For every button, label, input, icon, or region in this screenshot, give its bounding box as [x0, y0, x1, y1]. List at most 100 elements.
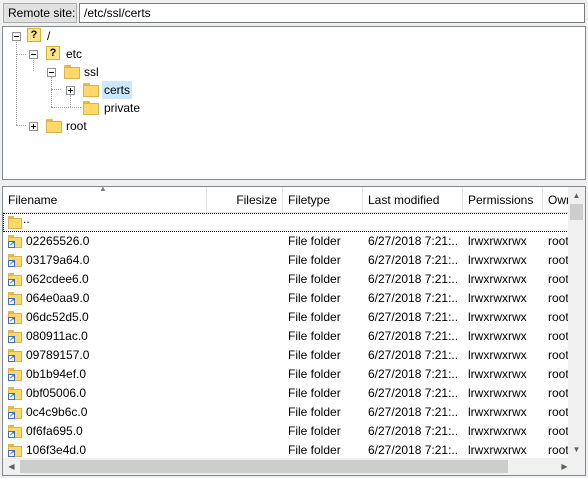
file-modified: 6/27/2018 7:21:... [368, 253, 458, 267]
folder-icon: ↗ [8, 330, 22, 343]
file-name: 062cdee6.0 [26, 272, 89, 286]
list-item[interactable]: ↗ 062cdee6.0 File folder 6/27/2018 7:21:...… [3, 270, 573, 289]
file-modified: 6/27/2018 7:21:... [368, 367, 458, 381]
file-modified: 6/27/2018 7:21:... [368, 386, 458, 400]
file-modified: 6/27/2018 7:21:... [368, 424, 458, 438]
vertical-scroll-thumb[interactable] [570, 204, 583, 220]
list-item[interactable]: ↗ 064e0aa9.0 File folder 6/27/2018 7:21:...… [3, 289, 573, 308]
column-last-modified[interactable]: Last modified [363, 187, 463, 212]
file-permissions: lrwxrwxrwx [468, 329, 527, 343]
tree-connector [51, 107, 81, 108]
folder-icon [64, 65, 80, 79]
scroll-down-icon[interactable]: ▼ [568, 441, 585, 458]
file-modified: 6/27/2018 7:21:... [368, 272, 458, 286]
file-type: File folder [288, 329, 341, 343]
file-name: 0c4c9b6c.0 [26, 405, 88, 419]
list-item[interactable]: ↗ 06dc52d5.0 File folder 6/27/2018 7:21:...… [3, 308, 573, 327]
question-folder-icon: ? [27, 28, 41, 42]
list-item[interactable]: ↗ 080911ac.0 File folder 6/27/2018 7:21:...… [3, 327, 573, 346]
file-name: 09789157.0 [26, 348, 90, 362]
file-permissions: lrwxrwxrwx [468, 367, 527, 381]
tree-connector [16, 39, 17, 125]
file-permissions: lrwxrwxrwx [468, 386, 527, 400]
file-modified: 6/27/2018 7:21:... [368, 329, 458, 343]
symlink-badge-icon: ↗ [8, 450, 15, 457]
file-permissions: lrwxrwxrwx [468, 253, 527, 267]
column-filename[interactable]: ▲ Filename [3, 187, 207, 212]
file-type: File folder [288, 253, 341, 267]
list-item[interactable]: ↗ 03179a64.0 File folder 6/27/2018 7:21:...… [3, 251, 573, 270]
scroll-corner [568, 458, 585, 475]
collapse-icon[interactable] [12, 32, 21, 41]
expand-icon[interactable] [66, 86, 75, 95]
list-item[interactable]: ↗ 0f6fa695.0 File folder 6/27/2018 7:21:...… [3, 422, 573, 441]
tree-label-root-dir: root [66, 119, 87, 133]
symlink-badge-icon: ↗ [8, 393, 15, 400]
column-filesize[interactable]: Filesize [207, 187, 283, 212]
symlink-badge-icon: ↗ [8, 336, 15, 343]
remote-directory-tree[interactable]: ? / ? etc ssl certs private root [2, 26, 586, 180]
column-filesize-label: Filesize [236, 193, 277, 207]
list-header: ▲ Filename Filesize Filetype Last modifi… [3, 187, 583, 213]
collapse-icon[interactable] [29, 50, 38, 59]
symlink-badge-icon: ↗ [8, 412, 15, 419]
tree-connector [70, 95, 71, 107]
folder-icon: ↗ [8, 292, 22, 305]
file-name: 02265526.0 [26, 234, 90, 248]
tree-label-private: private [104, 101, 141, 115]
file-name: 03179a64.0 [26, 253, 90, 267]
file-type: File folder [288, 386, 341, 400]
list-item-parent[interactable]: .. [3, 212, 573, 232]
remote-path-input[interactable]: /etc/ssl/certs [79, 3, 585, 23]
tree-label-ssl: ssl [84, 65, 99, 79]
list-item[interactable]: ↗ 0bf05006.0 File folder 6/27/2018 7:21:...… [3, 384, 573, 403]
file-type: File folder [288, 424, 341, 438]
symlink-badge-icon: ↗ [8, 374, 15, 381]
file-type: File folder [288, 272, 341, 286]
tree-label-certs: certs [102, 81, 133, 99]
remote-file-list[interactable]: ▲ Filename Filesize Filetype Last modifi… [2, 186, 586, 476]
expand-icon[interactable] [29, 122, 38, 131]
tree-label-root: / [47, 29, 51, 43]
list-item[interactable]: ↗ 0c4c9b6c.0 File folder 6/27/2018 7:21:...… [3, 403, 573, 422]
file-type: File folder [288, 310, 341, 324]
file-modified: 6/27/2018 7:21:... [368, 291, 458, 305]
horizontal-scroll-thumb[interactable] [20, 460, 508, 473]
tree-label-etc: etc [66, 47, 83, 61]
horizontal-scrollbar[interactable]: ◀ ▶ [3, 458, 573, 475]
file-name: 0bf05006.0 [26, 386, 87, 400]
scroll-up-icon[interactable]: ▲ [568, 187, 585, 204]
column-filetype[interactable]: Filetype [283, 187, 363, 212]
folder-icon: ↗ [8, 444, 22, 457]
collapse-icon[interactable] [47, 68, 56, 77]
file-permissions: lrwxrwxrwx [468, 405, 527, 419]
folder-icon: ↗ [8, 368, 22, 381]
folder-icon: ↗ [8, 425, 22, 438]
symlink-badge-icon: ↗ [8, 317, 15, 324]
list-item[interactable]: ↗ 09789157.0 File folder 6/27/2018 7:21:...… [3, 346, 573, 365]
tree-connector [16, 54, 26, 55]
folder-icon: ↗ [8, 349, 22, 362]
file-type: File folder [288, 367, 341, 381]
list-item[interactable]: ↗ 02265526.0 File folder 6/27/2018 7:21:...… [3, 232, 573, 251]
folder-icon: ↗ [8, 387, 22, 400]
question-folder-icon: ? [46, 46, 60, 60]
folder-icon: ↗ [8, 254, 22, 267]
vertical-scrollbar[interactable]: ▲ ▼ [568, 187, 585, 458]
column-filename-label: Filename [8, 193, 58, 207]
folder-icon [8, 216, 22, 229]
file-permissions: lrwxrwxrwx [468, 424, 527, 438]
list-item[interactable]: ↗ 0b1b94ef.0 File folder 6/27/2018 7:21:...… [3, 365, 573, 384]
symlink-badge-icon: ↗ [8, 431, 15, 438]
column-last-modified-label: Last modified [368, 193, 440, 207]
file-name: 0f6fa695.0 [26, 424, 83, 438]
folder-icon: ↗ [8, 406, 22, 419]
column-permissions[interactable]: Permissions [463, 187, 543, 212]
folder-icon [46, 119, 62, 133]
column-permissions-label: Permissions [468, 193, 534, 207]
folder-icon [83, 83, 99, 97]
file-permissions: lrwxrwxrwx [468, 291, 527, 305]
file-name: 064e0aa9.0 [26, 291, 90, 305]
file-modified: 6/27/2018 7:21:... [368, 234, 458, 248]
scroll-left-icon[interactable]: ◀ [3, 458, 20, 475]
